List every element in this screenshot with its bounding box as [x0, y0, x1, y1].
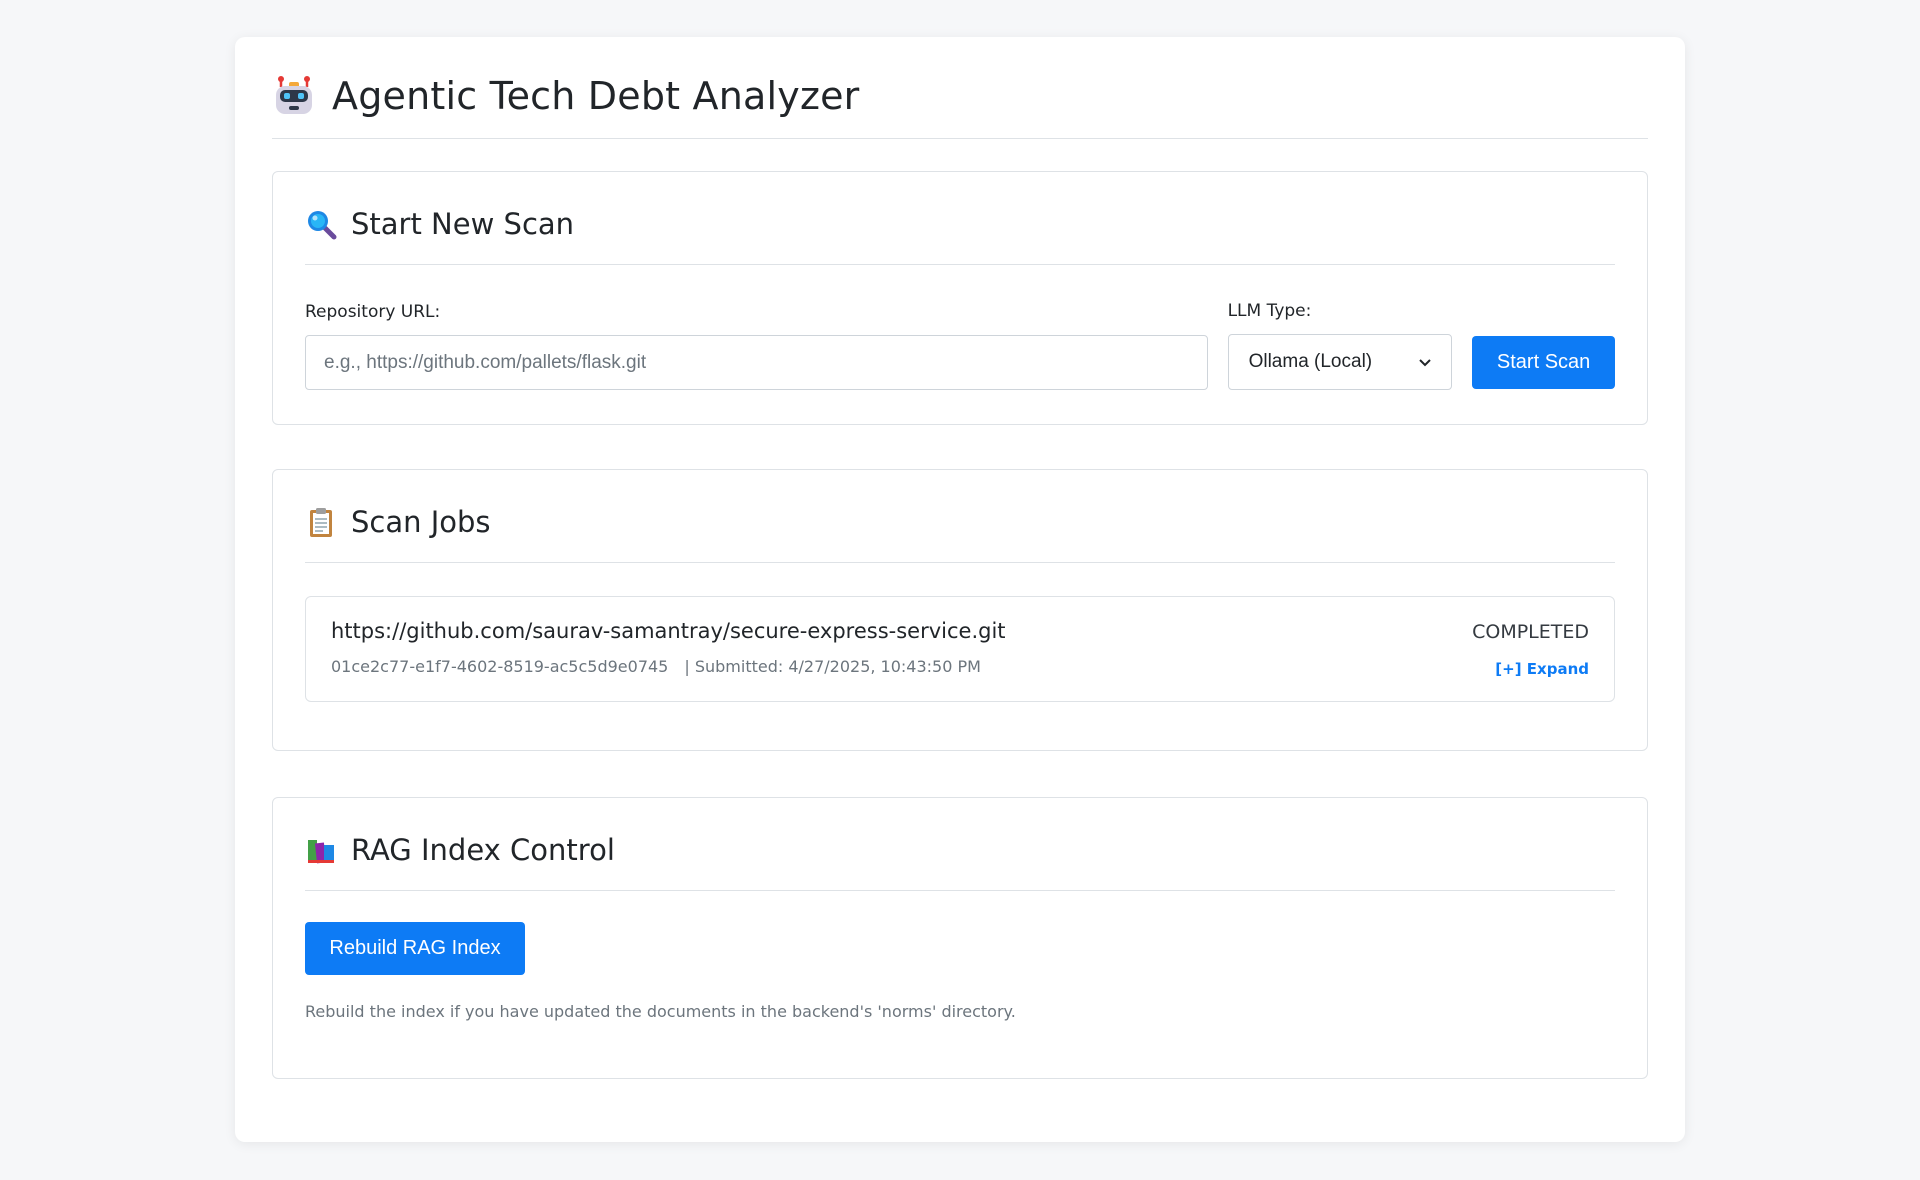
rag-index-header: RAG Index Control [305, 798, 1615, 891]
start-scan-button[interactable]: Start Scan [1472, 336, 1615, 389]
job-item: https://github.com/saurav-samantray/secu… [305, 596, 1615, 702]
clipboard-icon [305, 506, 337, 538]
job-repo-url: https://github.com/saurav-samantray/secu… [331, 619, 1006, 643]
magnifier-icon [305, 208, 337, 240]
app-title: Agentic Tech Debt Analyzer [332, 73, 860, 118]
repo-url-input[interactable] [305, 335, 1208, 390]
repo-url-label: Repository URL: [305, 302, 441, 322]
llm-type-select[interactable]: Ollama (Local) [1227, 334, 1453, 390]
main-container: Agentic Tech Debt Analyzer Start New Sca… [235, 37, 1685, 1142]
robot-icon [272, 74, 316, 118]
scan-form: Repository URL: LLM Type: Ollama (Local)… [305, 301, 1615, 390]
app-header: Agentic Tech Debt Analyzer [272, 37, 1648, 139]
job-id: 01ce2c77-e1f7-4602-8519-ac5c5d9e0745 [331, 657, 669, 676]
start-scan-title: Start New Scan [351, 207, 575, 241]
job-meta: 01ce2c77-e1f7-4602-8519-ac5c5d9e0745 | Su… [331, 657, 1589, 676]
llm-type-selected: Ollama (Local) [1248, 351, 1373, 372]
rag-index-note: Rebuild the index if you have updated th… [305, 1002, 1016, 1021]
rag-index-card: RAG Index Control Rebuild RAG Index Rebu… [272, 797, 1648, 1079]
scan-jobs-card: Scan Jobs https://github.com/saurav-sama… [272, 469, 1648, 751]
books-icon [305, 834, 337, 866]
llm-type-label: LLM Type: [1227, 301, 1312, 321]
rag-index-title: RAG Index Control [351, 833, 615, 867]
start-scan-header: Start New Scan [305, 172, 1615, 265]
job-submitted: | Submitted: 4/27/2025, 10:43:50 PM [684, 657, 981, 676]
repo-url-field: Repository URL: [305, 302, 1208, 390]
rebuild-rag-index-button[interactable]: Rebuild RAG Index [305, 922, 525, 975]
scan-jobs-title: Scan Jobs [351, 505, 491, 539]
chevron-down-icon [1419, 354, 1431, 370]
start-scan-card: Start New Scan Repository URL: LLM Type:… [272, 171, 1648, 425]
job-status: COMPLETED [1472, 621, 1589, 643]
job-expand-link[interactable]: [+] Expand [1495, 660, 1589, 678]
scan-jobs-header: Scan Jobs [305, 470, 1615, 563]
llm-type-field: LLM Type: Ollama (Local) [1227, 301, 1453, 390]
